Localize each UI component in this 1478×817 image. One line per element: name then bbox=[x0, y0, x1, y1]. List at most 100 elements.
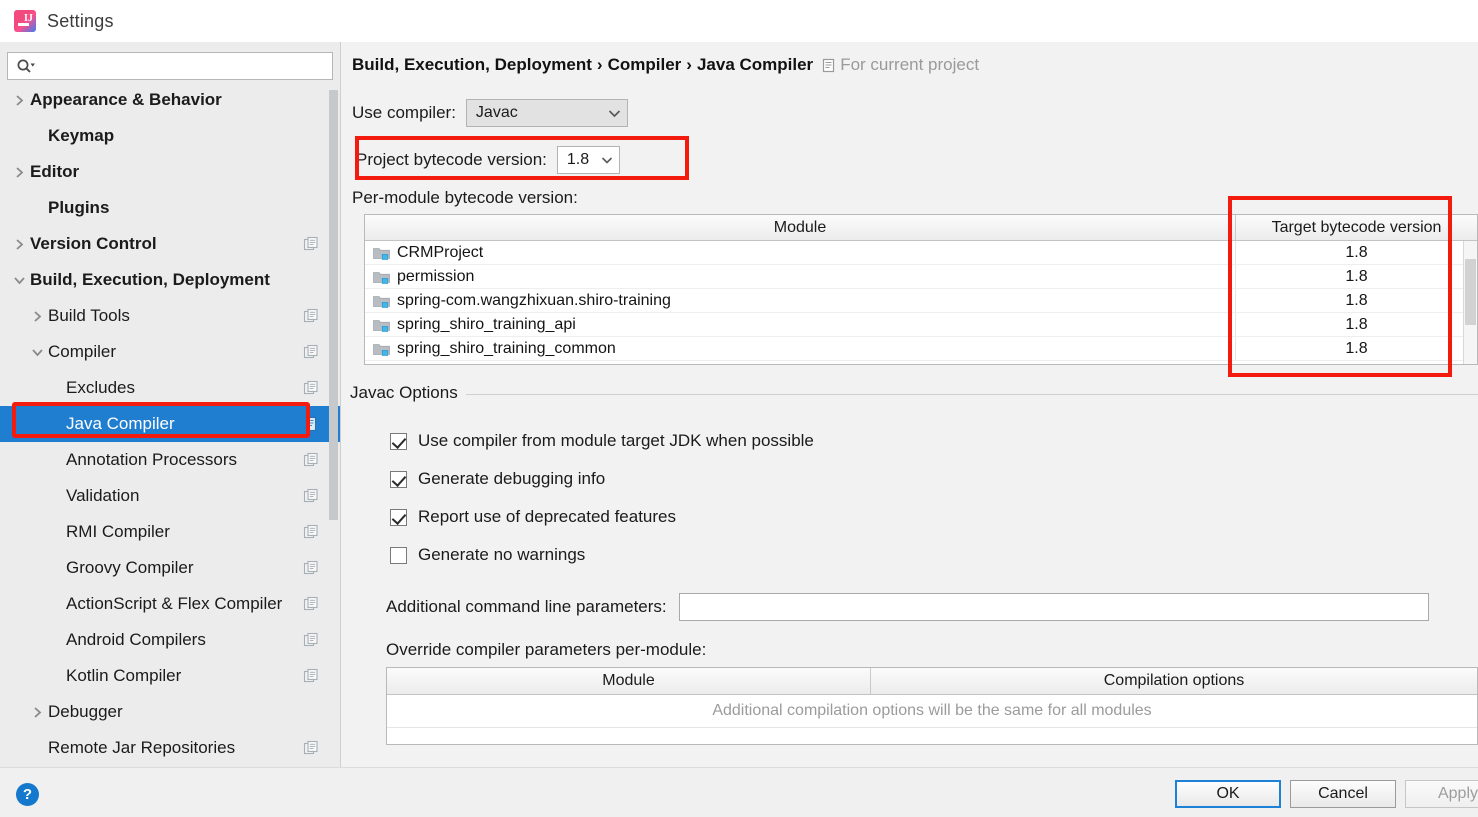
breadcrumb-part-2[interactable]: Java Compiler bbox=[697, 55, 813, 75]
project-bytecode-dropdown[interactable]: 1.8 bbox=[556, 146, 620, 174]
table-row[interactable]: spring_shiro_training_api 1.8 bbox=[365, 313, 1477, 337]
checkbox-report-use-of-deprecated-features[interactable] bbox=[390, 508, 407, 526]
chevron-down-icon[interactable] bbox=[8, 275, 30, 286]
copy-settings-icon[interactable] bbox=[303, 452, 319, 468]
chevron-right-icon[interactable] bbox=[26, 310, 48, 323]
module-cell: spring_shiro_training_common bbox=[365, 337, 1236, 360]
override-table-empty-text: Additional compilation options will be t… bbox=[712, 702, 1152, 719]
column-header-target-bytecode[interactable]: Target bytecode version bbox=[1236, 215, 1477, 240]
copy-settings-icon[interactable] bbox=[303, 380, 319, 396]
module-table-scrollbar[interactable] bbox=[1463, 241, 1477, 364]
sidebar-item-kotlin-compiler[interactable]: Kotlin Compiler bbox=[0, 658, 340, 694]
checkbox-use-compiler-from-module-target-jdk-when-possible[interactable] bbox=[390, 432, 407, 450]
sidebar-item-rmi-compiler[interactable]: RMI Compiler bbox=[0, 514, 340, 550]
checkbox-row[interactable]: Generate debugging info bbox=[390, 469, 605, 489]
sidebar-item-debugger[interactable]: Debugger bbox=[0, 694, 340, 730]
module-name: spring-com.wangzhixuan.shiro-training bbox=[397, 291, 671, 309]
sidebar-item-groovy-compiler[interactable]: Groovy Compiler bbox=[0, 550, 340, 586]
sidebar-item-label: Groovy Compiler bbox=[66, 558, 194, 577]
copy-settings-icon[interactable] bbox=[303, 596, 319, 612]
breadcrumb-scope-note: For current project bbox=[821, 55, 979, 75]
module-cell: CRMProject bbox=[365, 241, 1236, 264]
sidebar-item-android-compilers[interactable]: Android Compilers bbox=[0, 622, 340, 658]
sidebar-item-remote-jar-repositories[interactable]: Remote Jar Repositories bbox=[0, 730, 340, 766]
sidebar-item-label: Build, Execution, Deployment bbox=[30, 270, 270, 289]
use-compiler-label: Use compiler: bbox=[352, 103, 456, 122]
module-folder-icon bbox=[373, 342, 390, 356]
breadcrumb-part-1[interactable]: Compiler bbox=[608, 55, 682, 75]
sidebar-item-label: RMI Compiler bbox=[66, 522, 170, 541]
chevron-right-icon[interactable] bbox=[8, 166, 30, 179]
sidebar-item-annotation-processors[interactable]: Annotation Processors bbox=[0, 442, 340, 478]
copy-settings-icon[interactable] bbox=[303, 524, 319, 540]
copy-settings-icon[interactable] bbox=[303, 632, 319, 648]
copy-settings-icon[interactable] bbox=[303, 344, 319, 360]
title-bar: IJ Settings bbox=[0, 0, 1478, 42]
target-bytecode-cell[interactable]: 1.8 bbox=[1236, 340, 1477, 358]
copy-settings-icon bbox=[303, 344, 318, 359]
sidebar-item-label: Appearance & Behavior bbox=[30, 90, 222, 109]
table-row[interactable]: spring-com.wangzhixuan.shiro-training 1.8 bbox=[365, 289, 1477, 313]
chevron-down-icon bbox=[601, 156, 613, 164]
settings-tree: Appearance & Behavior Keymap Editor Plugins… bbox=[0, 88, 340, 767]
copy-settings-icon[interactable] bbox=[303, 236, 319, 252]
checkbox-row[interactable]: Report use of deprecated features bbox=[390, 507, 676, 527]
checkbox-generate-no-warnings[interactable] bbox=[390, 546, 407, 564]
sidebar-item-excludes[interactable]: Excludes bbox=[0, 370, 340, 406]
checkbox-row[interactable]: Generate no warnings bbox=[390, 545, 585, 565]
sidebar-scrollbar-thumb[interactable] bbox=[329, 90, 338, 520]
sidebar-item-build-execution-deployment[interactable]: Build, Execution, Deployment bbox=[0, 262, 340, 298]
sidebar-item-compiler[interactable]: Compiler bbox=[0, 334, 340, 370]
javac-options-title: Javac Options bbox=[350, 383, 466, 403]
chevron-right-icon[interactable] bbox=[8, 94, 30, 107]
ok-button[interactable]: OK bbox=[1175, 780, 1281, 808]
table-row[interactable]: permission 1.8 bbox=[365, 265, 1477, 289]
copy-settings-icon[interactable] bbox=[303, 308, 319, 324]
search-input[interactable] bbox=[36, 53, 324, 79]
table-row[interactable]: spring_shiro_training_common 1.8 bbox=[365, 337, 1477, 361]
override-table-header: Module Compilation options bbox=[387, 668, 1477, 695]
sidebar-item-build-tools[interactable]: Build Tools bbox=[0, 298, 340, 334]
target-bytecode-cell[interactable]: 1.8 bbox=[1236, 316, 1477, 334]
copy-settings-icon[interactable] bbox=[303, 488, 319, 504]
target-bytecode-cell[interactable]: 1.8 bbox=[1236, 244, 1477, 262]
column-header-module[interactable]: Module bbox=[365, 215, 1236, 240]
use-compiler-dropdown[interactable]: Javac bbox=[465, 99, 628, 127]
sidebar-item-java-compiler[interactable]: Java Compiler bbox=[0, 406, 340, 442]
sidebar-scrollbar[interactable] bbox=[329, 88, 338, 767]
help-button[interactable]: ? bbox=[16, 783, 39, 806]
column-header-module[interactable]: Module bbox=[387, 668, 871, 694]
copy-settings-icon[interactable] bbox=[303, 668, 319, 684]
column-header-compilation-options[interactable]: Compilation options bbox=[871, 668, 1477, 694]
target-bytecode-cell[interactable]: 1.8 bbox=[1236, 268, 1477, 286]
copy-settings-icon[interactable] bbox=[303, 740, 319, 756]
copy-settings-icon[interactable] bbox=[303, 560, 319, 576]
chevron-down-icon[interactable] bbox=[26, 347, 48, 358]
sidebar-item-editor[interactable]: Editor bbox=[0, 154, 340, 190]
module-scope-icon[interactable] bbox=[303, 416, 319, 432]
apply-button[interactable]: Apply bbox=[1405, 780, 1478, 808]
module-table-scrollbar-thumb[interactable] bbox=[1465, 259, 1476, 325]
sidebar-item-actionscript-flex-compiler[interactable]: ActionScript & Flex Compiler bbox=[0, 586, 340, 622]
search-box[interactable] bbox=[7, 52, 333, 80]
sidebar-item-appearance-behavior[interactable]: Appearance & Behavior bbox=[0, 88, 340, 118]
checkbox-generate-debugging-info[interactable] bbox=[390, 470, 407, 488]
cancel-button[interactable]: Cancel bbox=[1290, 780, 1396, 808]
search-container bbox=[0, 42, 340, 88]
table-row[interactable]: CRMProject 1.8 bbox=[365, 241, 1477, 265]
breadcrumb-part-0[interactable]: Build, Execution, Deployment bbox=[352, 55, 592, 75]
sidebar-item-plugins[interactable]: Plugins bbox=[0, 190, 340, 226]
project-bytecode-row: Project bytecode version: 1.8 bbox=[356, 146, 620, 174]
sidebar-item-label: Plugins bbox=[48, 198, 110, 217]
chevron-right-icon[interactable] bbox=[8, 238, 30, 251]
sidebar-item-validation[interactable]: Validation bbox=[0, 478, 340, 514]
checkbox-row[interactable]: Use compiler from module target JDK when… bbox=[390, 431, 814, 451]
breadcrumb-separator: › bbox=[686, 55, 692, 74]
sidebar-item-keymap[interactable]: Keymap bbox=[0, 118, 340, 154]
additional-params-input[interactable] bbox=[678, 593, 1429, 621]
chevron-right-icon[interactable] bbox=[26, 706, 48, 719]
additional-params-row: Additional command line parameters: bbox=[386, 593, 1429, 621]
target-bytecode-cell[interactable]: 1.8 bbox=[1236, 292, 1477, 310]
sidebar-item-version-control[interactable]: Version Control bbox=[0, 226, 340, 262]
copy-settings-icon bbox=[303, 740, 318, 755]
